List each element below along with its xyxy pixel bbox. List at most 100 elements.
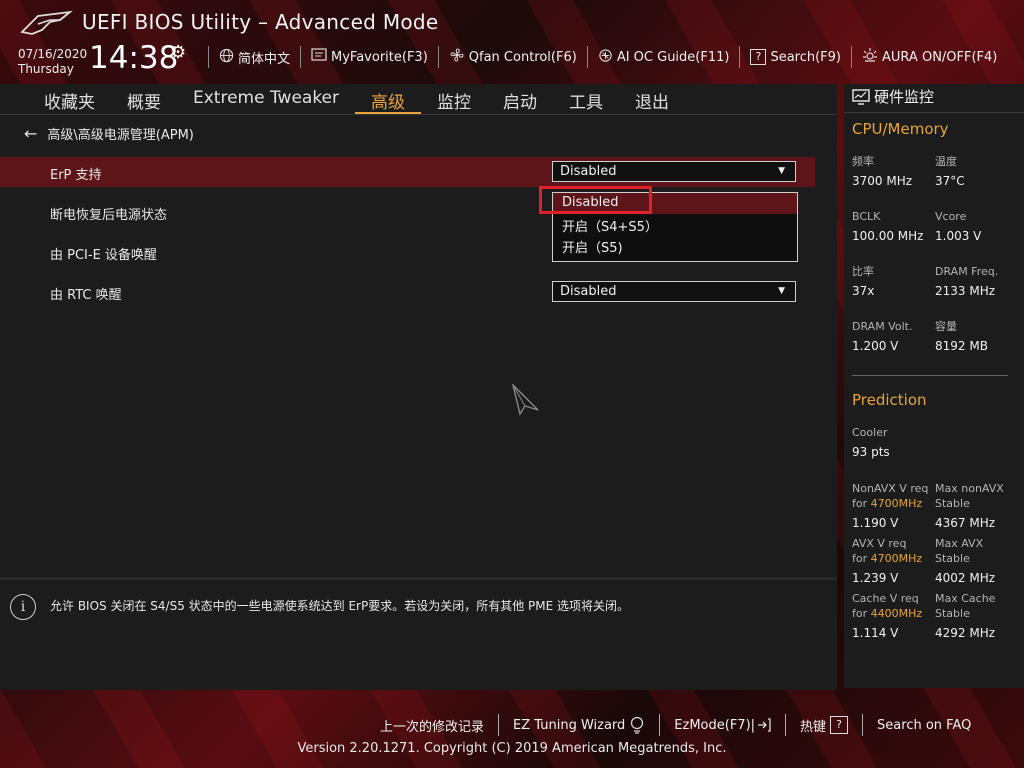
pred-max-freq: 4002 MHz	[935, 571, 996, 585]
monitor-title-text: 硬件监控	[874, 88, 935, 106]
pred-right-label: Max nonAVX Stable	[935, 481, 1004, 511]
language-button[interactable]: 简体中文	[219, 48, 290, 67]
temp-value: 37°C	[935, 174, 965, 188]
cpu-memory-title: CPU/Memory	[852, 120, 949, 138]
gear-icon[interactable]: ⚙	[170, 42, 186, 63]
divider	[208, 46, 209, 68]
pred-label: Cache V req for 4400MHz	[852, 591, 922, 621]
myfavorite-button[interactable]: MyFavorite(F3)	[311, 48, 428, 66]
divider	[785, 714, 787, 736]
dram-freq-value: 2133 MHz	[935, 284, 996, 298]
divider	[586, 46, 588, 68]
tab-exit[interactable]: 退出	[619, 88, 685, 114]
ratio-value: 37x	[852, 284, 875, 298]
divider	[437, 46, 439, 68]
divider	[659, 714, 661, 736]
version-text: Version 2.20.1271. Copyright (C) 2019 Am…	[297, 741, 727, 756]
favorite-icon	[311, 48, 327, 66]
monitor-divider	[844, 112, 1024, 113]
pred-max-freq: 4367 MHz	[935, 516, 996, 530]
language-label: 简体中文	[238, 51, 291, 67]
pred-freq: 4400MHz	[870, 607, 923, 620]
pred-right-line2: Stable	[935, 552, 970, 565]
highlight-annotation	[539, 186, 652, 214]
last-changes-button[interactable]: 上一次的修改记录	[380, 716, 484, 735]
pred-for: for	[852, 607, 871, 620]
hotkeys-label: 热键	[800, 719, 827, 735]
setting-row-erp[interactable]: ErP 支持 Disabled ▼	[0, 157, 815, 187]
pred-freq: 4700MHz	[870, 497, 923, 510]
help-panel: i 允许 BIOS 关闭在 S4/S5 状态中的一些电源使系统达到 ErP要求。…	[0, 577, 837, 690]
bclk-label: BCLK	[852, 210, 881, 223]
pred-voltage: 1.190 V	[852, 516, 899, 530]
divider	[498, 714, 500, 736]
pred-max-freq: 4292 MHz	[935, 626, 996, 640]
freq-label: 频率	[852, 155, 874, 168]
dropdown-option[interactable]: 开启（S5)	[553, 235, 797, 256]
help-text: 允许 BIOS 关闭在 S4/S5 状态中的一些电源使系统达到 ErP要求。若设…	[50, 599, 630, 613]
ez-mode-label: EzMode(F7)|	[674, 717, 756, 733]
ai-oc-guide-label: AI OC Guide(F11)	[616, 49, 730, 65]
monitor-icon	[852, 88, 870, 105]
tab-advanced[interactable]: 高级	[355, 88, 422, 114]
tab-monitor[interactable]: 监控	[421, 88, 487, 114]
chevron-down-icon: ▼	[778, 166, 785, 176]
main-nav: 收藏夹 概要 Extreme Tweaker 高级 监控 启动 工具 退出	[0, 84, 837, 114]
tab-extreme-tweaker[interactable]: Extreme Tweaker	[177, 88, 355, 114]
ez-mode-button[interactable]: EzMode(F7)|	[674, 718, 771, 733]
pred-label-line2: for 4700MHz	[852, 496, 928, 511]
monitor-section-divider	[852, 375, 1008, 376]
footer: 上一次的修改记录 EZ Tuning Wizard EzMode(F7)| 热键…	[0, 688, 1024, 768]
dropdown-option[interactable]: 开启（S4+S5）	[553, 214, 797, 235]
search-faq-button[interactable]: Search on FAQ	[877, 718, 971, 733]
pred-freq: 4700MHz	[870, 552, 923, 565]
ez-tuning-wizard-button[interactable]: EZ Tuning Wizard	[513, 716, 645, 734]
option-label: 开启（S5)	[562, 241, 623, 256]
help-icon: ?	[830, 716, 849, 734]
info-icon: i	[10, 594, 36, 620]
top-toolbar: 简体中文 MyFavorite(F3) Qfan Control(F6) AI …	[198, 46, 997, 68]
hardware-monitor-panel: 硬件监控 CPU/Memory 频率 温度 3700 MHz 37°C BCLK…	[844, 84, 1024, 688]
temp-label: 温度	[935, 155, 957, 168]
day-text: Thursday	[18, 62, 74, 76]
fan-icon	[449, 47, 465, 67]
tab-favorites[interactable]: 收藏夹	[28, 88, 111, 114]
pred-right-label: Max Cache Stable	[935, 591, 995, 621]
qfan-button[interactable]: Qfan Control(F6)	[449, 47, 577, 67]
option-label: 开启（S4+S5）	[562, 220, 658, 235]
back-arrow-icon[interactable]: ←	[24, 124, 37, 143]
pred-label: AVX V req for 4700MHz	[852, 536, 922, 566]
pred-voltage: 1.114 V	[852, 626, 899, 640]
pred-label: NonAVX V req for 4700MHz	[852, 481, 928, 511]
dram-freq-label: DRAM Freq.	[935, 265, 999, 278]
tab-tool[interactable]: 工具	[553, 88, 619, 114]
pred-for: for	[852, 552, 871, 565]
setting-label: ErP 支持	[50, 168, 102, 183]
pred-right-label: Max AVX Stable	[935, 536, 983, 566]
erp-select[interactable]: Disabled ▼	[552, 161, 796, 182]
myfavorite-label: MyFavorite(F3)	[331, 49, 428, 65]
pred-label-line2: for 4400MHz	[852, 606, 922, 621]
mouse-cursor-icon	[512, 384, 539, 416]
search-button[interactable]: ? Search(F9)	[750, 49, 841, 65]
exit-arrow-icon	[758, 718, 771, 732]
chevron-down-icon: ▼	[778, 286, 785, 296]
rtc-wake-select[interactable]: Disabled ▼	[552, 281, 796, 302]
vcore-label: Vcore	[935, 210, 967, 223]
aura-button[interactable]: AURA ON/OFF(F4)	[862, 47, 997, 67]
cooler-label: Cooler	[852, 426, 888, 439]
aura-label: AURA ON/OFF(F4)	[882, 49, 998, 65]
ez-tuning-label: EZ Tuning Wizard	[513, 717, 626, 733]
aura-icon	[862, 47, 878, 67]
tab-boot[interactable]: 启动	[487, 88, 553, 114]
freq-value: 3700 MHz	[852, 174, 913, 188]
tab-main[interactable]: 概要	[111, 88, 177, 114]
setting-row-rtc-wake[interactable]: 由 RTC 唤醒 Disabled ▼	[0, 277, 815, 307]
hotkeys-button[interactable]: 热键 ?	[800, 716, 849, 735]
ai-oc-guide-button[interactable]: AI OC Guide(F11)	[598, 48, 730, 67]
divider	[300, 46, 302, 68]
bclk-value: 100.00 MHz	[852, 229, 924, 243]
time-display: 14:38	[89, 40, 179, 76]
vcore-value: 1.003 V	[935, 229, 982, 243]
pred-label-line1: NonAVX V req	[852, 482, 929, 495]
